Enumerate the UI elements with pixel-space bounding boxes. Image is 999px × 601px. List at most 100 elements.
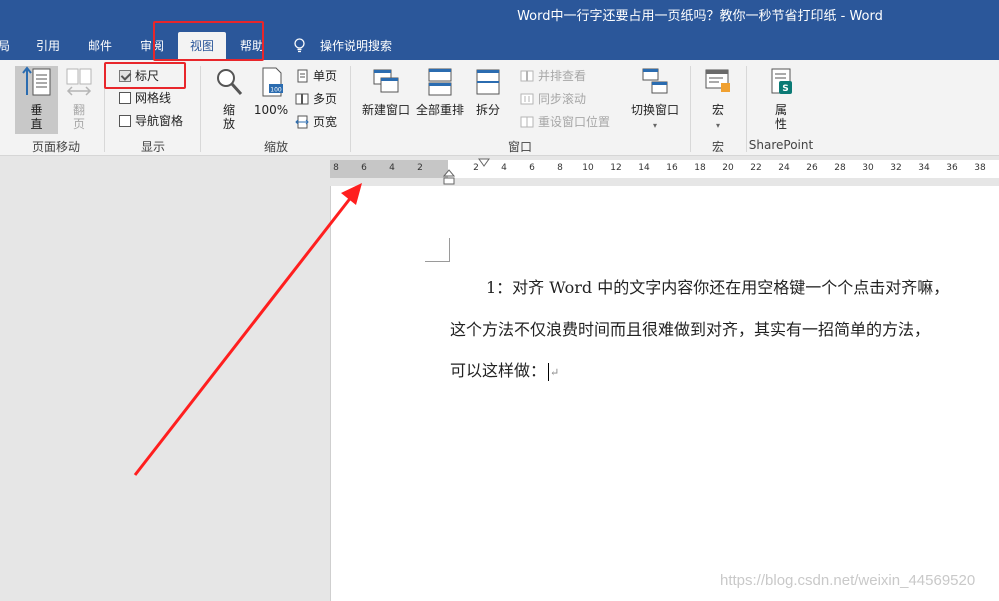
gridlines-checkbox[interactable] bbox=[119, 92, 131, 104]
tab-layout[interactable]: 局 bbox=[0, 32, 10, 60]
flip-page-button[interactable]: 翻 页 bbox=[60, 66, 98, 134]
properties-button[interactable]: S 属 性 bbox=[760, 66, 802, 136]
side-to-side-icon bbox=[66, 68, 92, 96]
page-100-icon: 100 bbox=[262, 67, 283, 97]
ruler-tick-label: 14 bbox=[638, 163, 650, 173]
group-label-sharepoint: SharePoint bbox=[748, 138, 814, 152]
ruler-tick-label: 32 bbox=[890, 163, 902, 173]
ruler-tick-label: 34 bbox=[918, 163, 930, 173]
side-by-side-label: 并排查看 bbox=[538, 69, 587, 83]
highlight-box-ruler bbox=[104, 62, 186, 89]
lightbulb-icon bbox=[294, 38, 305, 53]
new-window-label: 新建窗口 bbox=[361, 103, 410, 117]
magnifier-icon bbox=[217, 69, 243, 96]
ruler-tick-label: 8 bbox=[557, 163, 563, 173]
highlight-box-view-tab bbox=[153, 21, 264, 61]
zoom-label: 缩 放 bbox=[222, 103, 235, 131]
ruler-tick-label: 12 bbox=[610, 163, 622, 173]
ruler-tick-label: 28 bbox=[834, 163, 846, 173]
new-window-icon bbox=[373, 69, 399, 93]
group-label-show: 显示 bbox=[140, 140, 165, 154]
document-line-text: 可以这样做： bbox=[450, 361, 547, 380]
document-line[interactable]: 这个方法不仅浪费时间而且很难做到对齐，其实有一招简单的方法， bbox=[450, 316, 930, 340]
ruler-tick-label: 16 bbox=[666, 163, 678, 173]
divider bbox=[350, 66, 351, 152]
gridlines-checkbox-row[interactable]: 网格线 bbox=[119, 88, 171, 108]
switch-windows-button[interactable]: 切换窗口 ▾ bbox=[628, 66, 682, 134]
ruler-tick-label: 4 bbox=[389, 163, 395, 173]
group-label-zoom: 缩放 bbox=[263, 140, 288, 154]
reset-position-button[interactable]: 重设窗口位置 bbox=[520, 112, 610, 132]
switch-windows-icon bbox=[642, 68, 668, 94]
chevron-down-icon: ▾ bbox=[652, 121, 657, 130]
document-line-last[interactable]: 可以这样做： ↵ bbox=[450, 357, 559, 381]
sync-scroll-button[interactable]: 同步滚动 bbox=[520, 89, 586, 109]
sharepoint-properties-icon: S bbox=[771, 68, 792, 94]
group-label-macros: 宏 bbox=[711, 140, 724, 154]
nav-pane-checkbox[interactable] bbox=[119, 115, 131, 127]
nav-pane-checkbox-row[interactable]: 导航窗格 bbox=[119, 111, 183, 131]
page-width-button[interactable]: 页宽 bbox=[295, 112, 337, 132]
window-title: Word中一行字还要占用一页纸吗？教你一秒节省打印纸 - Word bbox=[517, 9, 883, 24]
multiple-pages-icon bbox=[295, 93, 309, 105]
sync-scroll-label: 同步滚动 bbox=[538, 92, 587, 106]
ruler-tick-label: 4 bbox=[501, 163, 507, 173]
reset-window-icon bbox=[520, 116, 534, 128]
ruler-tick-label: 6 bbox=[529, 163, 535, 173]
horizontal-ruler[interactable]: 8 6 4 2 2 4 6 8 10 12 14 16 18 20 22 24 26 28 30 32 34 36 38 bbox=[330, 158, 999, 185]
reset-position-label: 重设窗口位置 bbox=[538, 115, 611, 129]
chevron-down-icon: ▾ bbox=[715, 121, 720, 130]
ruler-tick-label: 30 bbox=[862, 163, 874, 173]
zoom-100-button[interactable]: 100 100% bbox=[252, 66, 290, 122]
ruler-tick-label: 20 bbox=[722, 163, 734, 173]
one-page-label: 单页 bbox=[313, 69, 338, 83]
watermark: https://blog.csdn.net/weixin_44569520 bbox=[720, 572, 976, 589]
text-cursor bbox=[548, 362, 550, 381]
page-width-label: 页宽 bbox=[313, 115, 338, 129]
sync-scroll-icon bbox=[520, 93, 534, 105]
properties-label: 属 性 bbox=[774, 103, 787, 131]
switch-windows-label: 切换窗口 bbox=[630, 103, 679, 117]
side-by-side-icon bbox=[520, 70, 534, 82]
gridlines-label: 网格线 bbox=[135, 91, 172, 105]
ruler-tick-label: 38 bbox=[974, 163, 986, 173]
macro-icon bbox=[705, 69, 730, 92]
ruler-tick-label: 24 bbox=[778, 163, 790, 173]
tell-me-search[interactable]: 操作说明搜索 bbox=[320, 32, 392, 60]
page-width-icon bbox=[295, 115, 309, 129]
paragraph-mark-icon: ↵ bbox=[550, 366, 560, 379]
group-label-window: 窗口 bbox=[507, 140, 532, 154]
split-button[interactable]: 拆分 bbox=[470, 66, 506, 122]
divider bbox=[200, 66, 201, 152]
ruler-tick-label: 36 bbox=[946, 163, 958, 173]
arrange-all-button[interactable]: 全部重排 bbox=[414, 66, 466, 122]
divider bbox=[690, 66, 691, 152]
divider bbox=[746, 66, 747, 152]
title-bar: Word中一行字还要占用一页纸吗？教你一秒节省打印纸 - Word 局 引用 邮… bbox=[0, 0, 999, 62]
macros-label: 宏 bbox=[711, 103, 724, 117]
ruler-tick-label: 2 bbox=[417, 163, 423, 173]
arrange-all-icon bbox=[428, 68, 452, 96]
left-indent-marker[interactable] bbox=[443, 168, 455, 186]
zoom-100-label: 100% bbox=[253, 103, 289, 117]
new-window-button[interactable]: 新建窗口 bbox=[360, 66, 412, 122]
multiple-pages-button[interactable]: 多页 bbox=[295, 89, 337, 109]
first-line-indent-marker[interactable] bbox=[478, 158, 490, 168]
document-line[interactable]: 1：对齐 Word 中的文字内容你还在用空格键一个个点击对齐嘛， bbox=[486, 274, 949, 298]
split-icon bbox=[476, 69, 500, 95]
svg-text:S: S bbox=[782, 84, 788, 94]
zoom-button[interactable]: 缩 放 bbox=[210, 66, 248, 136]
side-by-side-button[interactable]: 并排查看 bbox=[520, 66, 586, 86]
ruler-tick-label: 10 bbox=[582, 163, 594, 173]
ruler-tick-label: 18 bbox=[694, 163, 706, 173]
one-page-icon bbox=[297, 69, 308, 83]
macros-button[interactable]: 宏 ▾ bbox=[698, 66, 738, 136]
ruler-tick-label: 8 bbox=[333, 163, 339, 173]
ruler-tick-label: 6 bbox=[361, 163, 367, 173]
vertical-button[interactable]: 垂 直 bbox=[15, 66, 58, 134]
svg-text:100: 100 bbox=[270, 87, 282, 94]
split-label: 拆分 bbox=[475, 103, 500, 117]
one-page-button[interactable]: 单页 bbox=[295, 66, 337, 86]
tab-mailings[interactable]: 邮件 bbox=[88, 32, 112, 60]
tab-references[interactable]: 引用 bbox=[36, 32, 60, 60]
